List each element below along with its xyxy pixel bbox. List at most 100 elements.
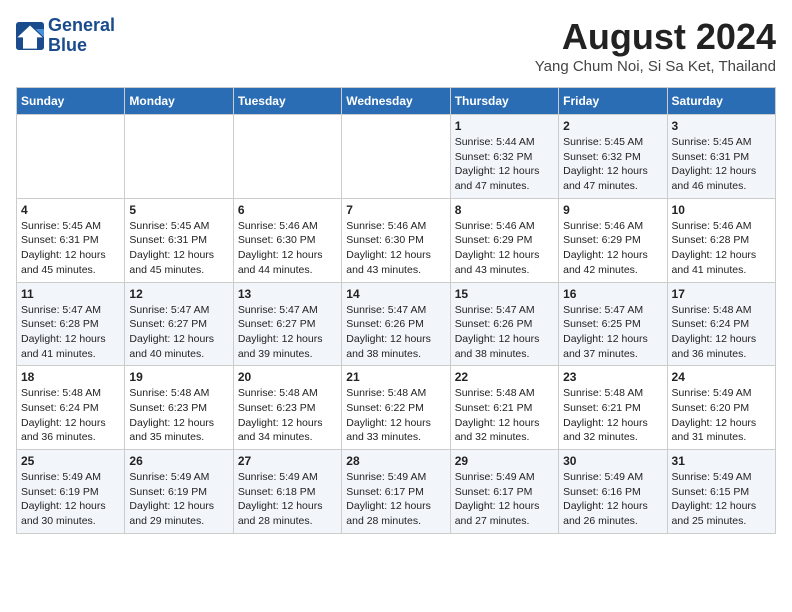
day-info: Sunrise: 5:46 AMSunset: 6:29 PMDaylight:… bbox=[563, 219, 662, 278]
day-number: 19 bbox=[129, 370, 228, 384]
day-info-line: Sunset: 6:31 PM bbox=[129, 233, 228, 248]
day-number: 6 bbox=[238, 203, 337, 217]
day-number: 1 bbox=[455, 119, 554, 133]
day-info-line: Sunrise: 5:48 AM bbox=[563, 386, 662, 401]
day-number: 26 bbox=[129, 454, 228, 468]
day-number: 21 bbox=[346, 370, 445, 384]
day-info-line: Daylight: 12 hours and 37 minutes. bbox=[563, 332, 662, 361]
day-info-line: Sunset: 6:17 PM bbox=[455, 485, 554, 500]
calendar-cell bbox=[17, 115, 125, 199]
day-info-line: Sunrise: 5:47 AM bbox=[563, 303, 662, 318]
day-info-line: Daylight: 12 hours and 31 minutes. bbox=[672, 416, 771, 445]
day-info-line: Sunrise: 5:49 AM bbox=[21, 470, 120, 485]
day-info-line: Sunrise: 5:46 AM bbox=[346, 219, 445, 234]
day-info-line: Daylight: 12 hours and 43 minutes. bbox=[455, 248, 554, 277]
day-info-line: Sunset: 6:19 PM bbox=[21, 485, 120, 500]
day-info: Sunrise: 5:44 AMSunset: 6:32 PMDaylight:… bbox=[455, 135, 554, 194]
day-number: 15 bbox=[455, 287, 554, 301]
day-number: 20 bbox=[238, 370, 337, 384]
day-number: 12 bbox=[129, 287, 228, 301]
calendar-cell: 19 Sunrise: 5:48 AMSunset: 6:23 PMDayligh… bbox=[125, 366, 233, 450]
calendar-cell: 14Sunrise: 5:47 AMSunset: 6:26 PMDayligh… bbox=[342, 282, 450, 366]
day-info: Sunrise: 5:49 AMSunset: 6:17 PMDaylight:… bbox=[346, 470, 445, 529]
day-info-line: Daylight: 12 hours and 43 minutes. bbox=[346, 248, 445, 277]
day-info: Sunrise: 5:46 AMSunset: 6:29 PMDaylight:… bbox=[455, 219, 554, 278]
weekday-row: SundayMondayTuesdayWednesdayThursdayFrid… bbox=[17, 88, 776, 115]
logo-text: General Blue bbox=[48, 16, 115, 56]
day-number: 31 bbox=[672, 454, 771, 468]
day-info: Sunrise: 5:47 AMSunset: 6:25 PMDaylight:… bbox=[563, 303, 662, 362]
weekday-header: Sunday bbox=[17, 88, 125, 115]
calendar-week-row: 4Sunrise: 5:45 AMSunset: 6:31 PMDaylight… bbox=[17, 198, 776, 282]
logo-line1: General bbox=[48, 16, 115, 36]
day-info-line: Daylight: 12 hours and 29 minutes. bbox=[129, 499, 228, 528]
day-info: Sunrise: 5:46 AMSunset: 6:30 PMDaylight:… bbox=[346, 219, 445, 278]
day-info: Sunrise: 5:47 AMSunset: 6:26 PMDaylight:… bbox=[455, 303, 554, 362]
calendar-cell: 30Sunrise: 5:49 AMSunset: 6:16 PMDayligh… bbox=[559, 450, 667, 534]
day-number: 28 bbox=[346, 454, 445, 468]
calendar-cell bbox=[342, 115, 450, 199]
day-info-line: Daylight: 12 hours and 38 minutes. bbox=[346, 332, 445, 361]
day-info-line: Sunrise: 5:45 AM bbox=[672, 135, 771, 150]
calendar-cell: 31 Sunrise: 5:49 AMSunset: 6:15 PMDayligh… bbox=[667, 450, 775, 534]
day-info: Sunrise: 5:48 AMSunset: 6:21 PMDaylight:… bbox=[455, 386, 554, 445]
day-info-line: Sunset: 6:29 PM bbox=[563, 233, 662, 248]
calendar-cell: 28 Sunrise: 5:49 AMSunset: 6:17 PMDayligh… bbox=[342, 450, 450, 534]
day-info: Sunrise: 5:48 AMSunset: 6:24 PMDaylight:… bbox=[672, 303, 771, 362]
calendar-cell: 4Sunrise: 5:45 AMSunset: 6:31 PMDaylight… bbox=[17, 198, 125, 282]
day-info-line: Daylight: 12 hours and 36 minutes. bbox=[21, 416, 120, 445]
day-info: Sunrise: 5:46 AMSunset: 6:28 PMDaylight:… bbox=[672, 219, 771, 278]
day-number: 7 bbox=[346, 203, 445, 217]
day-number: 13 bbox=[238, 287, 337, 301]
day-info: Sunrise: 5:49 AMSunset: 6:19 PMDaylight:… bbox=[21, 470, 120, 529]
calendar-cell: 21 Sunrise: 5:48 AMSunset: 6:22 PMDayligh… bbox=[342, 366, 450, 450]
day-info-line: Sunset: 6:27 PM bbox=[238, 317, 337, 332]
day-info-line: Daylight: 12 hours and 33 minutes. bbox=[346, 416, 445, 445]
calendar-cell: 15 Sunrise: 5:47 AMSunset: 6:26 PMDayligh… bbox=[450, 282, 558, 366]
day-info-line: Sunset: 6:28 PM bbox=[672, 233, 771, 248]
calendar-cell: 20Sunrise: 5:48 AMSunset: 6:23 PMDayligh… bbox=[233, 366, 341, 450]
day-info-line: Sunrise: 5:48 AM bbox=[346, 386, 445, 401]
day-info-line: Sunrise: 5:47 AM bbox=[238, 303, 337, 318]
day-info-line: Sunrise: 5:49 AM bbox=[563, 470, 662, 485]
day-info-line: Sunset: 6:32 PM bbox=[563, 150, 662, 165]
day-info-line: Sunrise: 5:48 AM bbox=[672, 303, 771, 318]
day-info: Sunrise: 5:49 AMSunset: 6:18 PMDaylight:… bbox=[238, 470, 337, 529]
day-info-line: Daylight: 12 hours and 40 minutes. bbox=[129, 332, 228, 361]
day-info-line: Daylight: 12 hours and 46 minutes. bbox=[672, 164, 771, 193]
day-number: 5 bbox=[129, 203, 228, 217]
calendar-cell: 11Sunrise: 5:47 AMSunset: 6:28 PMDayligh… bbox=[17, 282, 125, 366]
day-info-line: Daylight: 12 hours and 26 minutes. bbox=[563, 499, 662, 528]
day-info-line: Sunset: 6:29 PM bbox=[455, 233, 554, 248]
day-info: Sunrise: 5:47 AMSunset: 6:28 PMDaylight:… bbox=[21, 303, 120, 362]
calendar-cell: 18Sunrise: 5:48 AMSunset: 6:24 PMDayligh… bbox=[17, 366, 125, 450]
day-number: 24 bbox=[672, 370, 771, 384]
day-info-line: Sunrise: 5:49 AM bbox=[346, 470, 445, 485]
day-number: 25 bbox=[21, 454, 120, 468]
weekday-header: Thursday bbox=[450, 88, 558, 115]
day-info: Sunrise: 5:48 AMSunset: 6:23 PMDaylight:… bbox=[129, 386, 228, 445]
day-info-line: Sunset: 6:22 PM bbox=[346, 401, 445, 416]
day-info-line: Daylight: 12 hours and 32 minutes. bbox=[455, 416, 554, 445]
day-info: Sunrise: 5:49 AMSunset: 6:15 PMDaylight:… bbox=[672, 470, 771, 529]
day-info-line: Sunset: 6:27 PM bbox=[129, 317, 228, 332]
day-info-line: Daylight: 12 hours and 39 minutes. bbox=[238, 332, 337, 361]
calendar-week-row: 18Sunrise: 5:48 AMSunset: 6:24 PMDayligh… bbox=[17, 366, 776, 450]
day-info-line: Sunset: 6:24 PM bbox=[21, 401, 120, 416]
day-number: 16 bbox=[563, 287, 662, 301]
day-info-line: Daylight: 12 hours and 41 minutes. bbox=[672, 248, 771, 277]
day-info-line: Sunset: 6:30 PM bbox=[346, 233, 445, 248]
weekday-header: Friday bbox=[559, 88, 667, 115]
day-info-line: Daylight: 12 hours and 34 minutes. bbox=[238, 416, 337, 445]
calendar-cell: 10Sunrise: 5:46 AMSunset: 6:28 PMDayligh… bbox=[667, 198, 775, 282]
weekday-header: Saturday bbox=[667, 88, 775, 115]
calendar-cell: 22Sunrise: 5:48 AMSunset: 6:21 PMDayligh… bbox=[450, 366, 558, 450]
day-info-line: Sunset: 6:26 PM bbox=[346, 317, 445, 332]
day-info: Sunrise: 5:49 AMSunset: 6:17 PMDaylight:… bbox=[455, 470, 554, 529]
day-info-line: Sunset: 6:32 PM bbox=[455, 150, 554, 165]
calendar-cell: 1 Sunrise: 5:44 AMSunset: 6:32 PMDaylight… bbox=[450, 115, 558, 199]
day-number: 8 bbox=[455, 203, 554, 217]
logo: General Blue bbox=[16, 16, 115, 56]
day-info-line: Daylight: 12 hours and 45 minutes. bbox=[21, 248, 120, 277]
day-info-line: Daylight: 12 hours and 28 minutes. bbox=[238, 499, 337, 528]
